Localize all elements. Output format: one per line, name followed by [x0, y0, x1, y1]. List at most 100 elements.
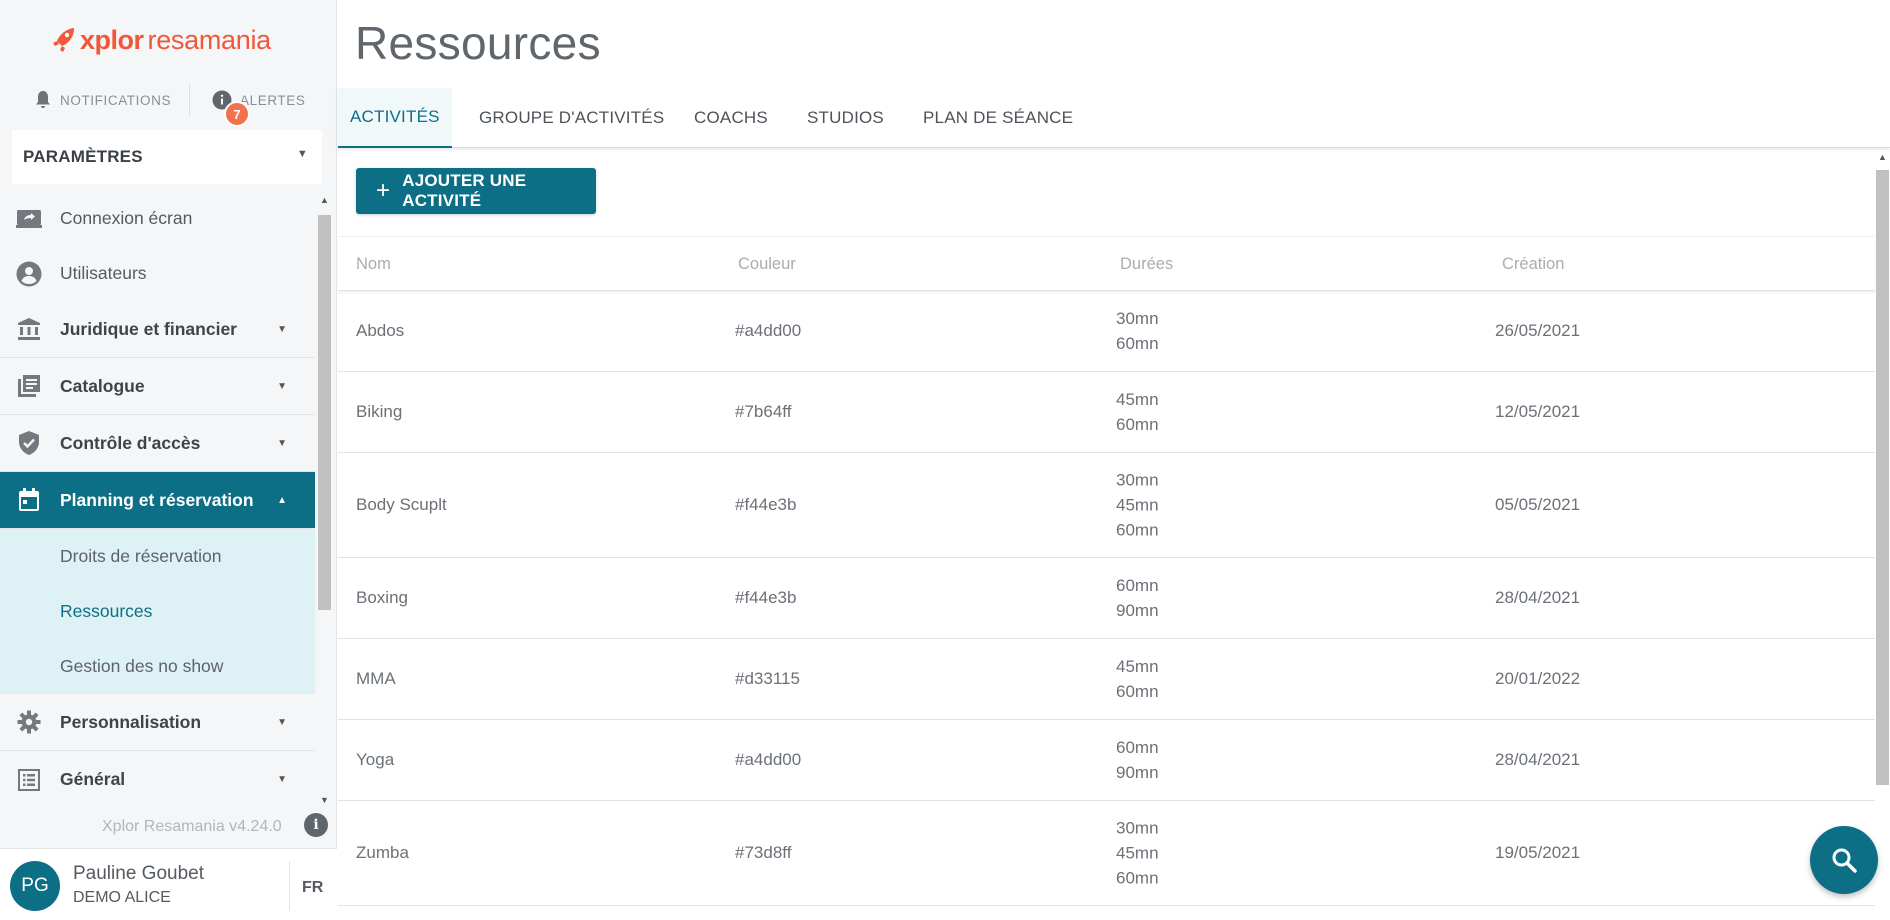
sidebar-item-utilisateurs[interactable]: Utilisateurs	[0, 246, 315, 301]
sidebar-item-controle-acces[interactable]: Contrôle d'accès ▼	[0, 415, 315, 472]
duration-value: 60mn	[1116, 415, 1159, 434]
duration-value: 45mn	[1116, 390, 1159, 409]
sidebar-item-label: Connexion écran	[60, 208, 193, 228]
activities-table: Nom Couleur Durées Création Abdos #a4dd00…	[338, 236, 1875, 906]
cell-name: Abdos	[356, 321, 405, 340]
table-row[interactable]: Boxing #f44e3b 60mn 90mn 28/04/2021	[338, 558, 1875, 639]
caret-down-icon: ▼	[277, 774, 287, 785]
column-header-nom[interactable]: Nom	[356, 255, 391, 274]
brand-name-xplor: xplor	[80, 24, 144, 55]
cell-durations: 45mn 60mn	[1116, 654, 1159, 704]
calendar-icon	[16, 487, 42, 513]
main-scrollbar-thumb[interactable]	[1876, 170, 1889, 785]
tab-bar: ACTIVITÉS GROUPE D'ACTIVITÉS COACHS STUD…	[338, 88, 1890, 148]
duration-value: 60mn	[1116, 520, 1159, 540]
caret-up-icon: ▲	[277, 494, 287, 506]
bell-icon	[36, 91, 50, 108]
cell-durations: 60mn 90mn	[1116, 573, 1159, 623]
caret-down-icon: ▼	[296, 148, 308, 160]
cell-name: Boxing	[356, 588, 408, 607]
main-scrollbar[interactable]: ▲	[1875, 150, 1890, 920]
tab-studios[interactable]: STUDIOS	[807, 88, 884, 148]
cell-name: Body Scuplt	[356, 495, 447, 514]
caret-down-icon: ▼	[277, 437, 287, 449]
tab-groupe-activites[interactable]: GROUPE D'ACTIVITÉS	[479, 88, 664, 148]
scroll-up-icon[interactable]: ▲	[1878, 152, 1887, 162]
sidebar-item-personnalisation[interactable]: Personnalisation ▼	[0, 694, 315, 751]
sidebar-item-label: Juridique et financier	[60, 318, 237, 339]
submenu-item-droits-reservation[interactable]: Droits de réservation	[0, 529, 315, 584]
cell-color: #d33115	[735, 669, 800, 688]
table-row[interactable]: Zumba #73d8ff 30mn 45mn 60mn 19/05/2021	[338, 801, 1875, 906]
top-actions: NOTIFICATIONS ALERTES	[0, 80, 337, 120]
notifications-button[interactable]: NOTIFICATIONS	[34, 80, 171, 120]
sidebar-scrollbar-thumb[interactable]	[318, 215, 331, 610]
sidebar-item-label: Planning et réservation	[60, 489, 254, 510]
cell-created: 05/05/2021	[1495, 495, 1581, 514]
cell-created: 28/04/2021	[1495, 750, 1581, 769]
cell-durations: 45mn 60mn	[1116, 387, 1159, 437]
cell-durations: 30mn 45mn 60mn	[1116, 468, 1159, 543]
scroll-down-icon[interactable]: ▼	[320, 795, 329, 805]
duration-value: 60mn	[1116, 868, 1159, 888]
table-row[interactable]: Abdos #a4dd00 30mn 60mn 26/05/2021	[338, 291, 1875, 372]
sidebar-item-planning[interactable]: Planning et réservation ▲	[0, 472, 315, 529]
version-info-icon[interactable]: i	[304, 813, 328, 837]
table-row[interactable]: MMA #d33115 45mn 60mn 20/01/2022	[338, 639, 1875, 720]
duration-value: 45mn	[1116, 495, 1159, 515]
sidebar-item-juridique[interactable]: Juridique et financier ▼	[0, 301, 315, 358]
tab-coachs[interactable]: COACHS	[694, 88, 768, 148]
column-header-creation[interactable]: Création	[1502, 255, 1564, 274]
submenu-item-ressources[interactable]: Ressources	[0, 584, 315, 639]
table-row[interactable]: Biking #7b64ff 45mn 60mn 12/05/2021	[338, 372, 1875, 453]
divider	[189, 84, 190, 116]
add-activity-button[interactable]: + AJOUTER UNE ACTIVITÉ	[356, 168, 596, 214]
table-row[interactable]: Yoga #a4dd00 60mn 90mn 28/04/2021	[338, 720, 1875, 801]
cell-color: #73d8ff	[735, 843, 792, 862]
parameters-dropdown[interactable]: PARAMÈTRES ▼	[12, 130, 322, 184]
cell-created: 28/04/2021	[1495, 588, 1581, 607]
user-bar: PG Pauline Goubet DEMO ALICE FR	[0, 848, 337, 920]
bank-icon	[16, 316, 42, 342]
tab-plan-seance[interactable]: PLAN DE SÉANCE	[923, 88, 1073, 148]
cell-created: 26/05/2021	[1495, 321, 1581, 340]
duration-value: 60mn	[1116, 738, 1159, 757]
language-switch[interactable]: FR	[302, 879, 323, 897]
scroll-up-icon[interactable]: ▲	[320, 195, 329, 205]
column-header-durees[interactable]: Durées	[1120, 255, 1173, 274]
sidebar-item-label: Personnalisation	[60, 711, 202, 732]
caret-down-icon: ▼	[277, 323, 287, 335]
duration-value: 30mn	[1116, 309, 1159, 328]
table-body: Abdos #a4dd00 30mn 60mn 26/05/2021 Biking #7b6…	[338, 291, 1875, 906]
sidebar-scrollbar[interactable]: ▲ ▼	[316, 195, 333, 805]
divider	[289, 861, 290, 911]
app-version: Xplor Resamania v4.24.0	[102, 818, 282, 835]
cell-color: #a4dd00	[735, 321, 802, 340]
brand-logo[interactable]: xplor resamania	[52, 20, 271, 60]
caret-down-icon: ▼	[277, 380, 287, 392]
search-fab-button[interactable]	[1810, 826, 1878, 894]
plus-icon: +	[376, 177, 391, 204]
avatar[interactable]: PG	[10, 861, 60, 911]
table-row[interactable]: Body Scuplt #f44e3b 30mn 45mn 60mn 05/05/2021	[338, 453, 1875, 558]
page-title: Ressources	[355, 17, 601, 69]
sidebar-item-general[interactable]: Général ▼	[0, 751, 315, 808]
table-header: Nom Couleur Durées Création	[338, 236, 1875, 291]
sidebar-item-connexion-ecran[interactable]: Connexion écran	[0, 191, 315, 246]
cell-created: 12/05/2021	[1495, 402, 1581, 421]
sidebar-item-label: Utilisateurs	[60, 263, 147, 283]
sidebar-item-label: Catalogue	[60, 375, 145, 396]
column-header-couleur[interactable]: Couleur	[738, 255, 796, 274]
user-organization: DEMO ALICE	[73, 889, 171, 906]
notifications-label: NOTIFICATIONS	[60, 92, 172, 108]
user-circle-icon	[16, 261, 42, 287]
duration-value: 90mn	[1116, 763, 1159, 782]
sidebar-item-label: Contrôle d'accès	[60, 432, 201, 453]
sidebar-item-catalogue[interactable]: Catalogue ▼	[0, 358, 315, 415]
sidebar-item-label: Général	[60, 769, 126, 789]
cell-color: #f44e3b	[735, 495, 797, 514]
submenu-item-gestion-no-show[interactable]: Gestion des no show	[0, 639, 315, 694]
alerts-count-badge: 7	[224, 101, 250, 127]
tab-activites[interactable]: ACTIVITÉS	[338, 88, 452, 148]
screen-share-icon	[16, 206, 42, 232]
